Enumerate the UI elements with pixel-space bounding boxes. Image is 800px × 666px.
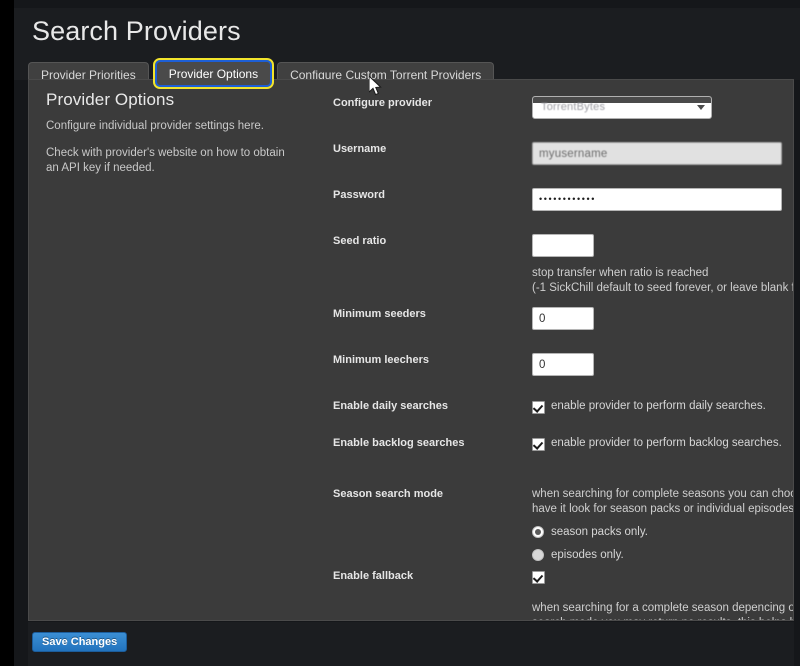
password-label: Password [333, 189, 385, 201]
field-enable-daily-searches: Enable daily searches enable provider to… [319, 399, 793, 436]
season-search-mode-label: Season search mode [333, 488, 444, 500]
provider-options-form: Configure provider TorrentBytes Username [319, 96, 794, 620]
field-enable-backlog-searches: Enable backlog searches enable provider … [319, 436, 793, 487]
field-season-search-mode: Season search mode when searching for co… [319, 487, 794, 569]
enable-daily-searches-label: Enable daily searches [333, 400, 448, 412]
info-description-2: Check with provider's website on how to … [46, 147, 285, 174]
field-seed-ratio: Seed ratio stop transfer when ratio is r… [319, 234, 793, 307]
footer-bar: Save Changes [28, 622, 794, 666]
app-chrome: Search Providers Provider Priorities Pro… [14, 0, 800, 666]
screenshot-root: Search Providers Provider Priorities Pro… [0, 0, 800, 666]
username-input[interactable] [532, 142, 782, 165]
tab-label: Provider Options [168, 66, 259, 81]
minimum-seeders-label: Minimum seeders [333, 308, 426, 320]
seed-ratio-input[interactable] [532, 234, 594, 257]
save-changes-label: Save Changes [42, 636, 118, 648]
radio-icon[interactable] [532, 526, 544, 538]
enable-daily-searches-checkbox-row[interactable]: enable provider to perform daily searche… [532, 399, 793, 414]
info-description-1: Configure individual provider settings h… [46, 120, 264, 132]
field-username: Username [319, 142, 793, 188]
page-title: Search Providers [32, 16, 241, 46]
password-value: •••••••••••• [539, 194, 597, 204]
checkbox-icon[interactable] [532, 401, 545, 414]
configure-provider-label: Configure provider [333, 97, 433, 109]
enable-fallback-label: Enable fallback [333, 570, 414, 582]
minimum-seeders-input[interactable] [532, 307, 594, 330]
field-enable-fallback: Enable fallback when searching for a com… [319, 569, 793, 620]
chevron-down-icon [697, 105, 705, 110]
minimum-leechers-input[interactable] [532, 353, 594, 376]
configure-provider-value: TorrentBytes [541, 101, 606, 113]
configure-provider-select[interactable]: TorrentBytes [532, 96, 712, 119]
seed-ratio-help-1: stop transfer when ratio is reached [532, 267, 709, 279]
radio-label: episodes only. [551, 549, 624, 561]
minimum-leechers-label: Minimum leechers [333, 354, 429, 366]
username-label: Username [333, 143, 387, 155]
enable-fallback-help: when searching for a complete season dep… [532, 602, 793, 620]
password-input[interactable]: •••••••••••• [532, 188, 782, 211]
tab-provider-options[interactable]: Provider Options [152, 58, 275, 89]
field-configure-provider: Configure provider TorrentBytes [319, 96, 793, 142]
provider-options-panel: Provider Options Configure individual pr… [28, 79, 794, 621]
page-header: Search Providers Provider Priorities Pro… [14, 8, 800, 89]
enable-backlog-searches-label: Enable backlog searches [333, 437, 465, 449]
enable-fallback-checkbox[interactable] [532, 571, 545, 584]
save-changes-button[interactable]: Save Changes [32, 632, 128, 652]
info-column: Provider Options Configure individual pr… [46, 90, 296, 188]
seed-ratio-help-2: (-1 SickChill default to seed forever, o… [532, 282, 793, 294]
enable-daily-searches-text: enable provider to perform daily searche… [551, 400, 766, 412]
field-minimum-seeders: Minimum seeders [319, 307, 793, 353]
radio-label: season packs only. [551, 526, 648, 538]
field-password: Password •••••••••••• [319, 188, 793, 234]
info-title: Provider Options [46, 90, 175, 109]
field-minimum-leechers: Minimum leechers [319, 353, 793, 399]
enable-backlog-searches-checkbox-row[interactable]: enable provider to perform backlog searc… [532, 436, 793, 451]
radio-season-packs-only[interactable]: season packs only. [532, 524, 793, 540]
radio-episodes-only[interactable]: episodes only. [532, 547, 793, 563]
enable-backlog-searches-text: enable provider to perform backlog searc… [551, 437, 782, 449]
seed-ratio-label: Seed ratio [333, 235, 387, 247]
season-search-mode-help: when searching for complete seasons you … [532, 488, 794, 515]
checkbox-icon[interactable] [532, 438, 545, 451]
radio-icon[interactable] [532, 549, 544, 561]
